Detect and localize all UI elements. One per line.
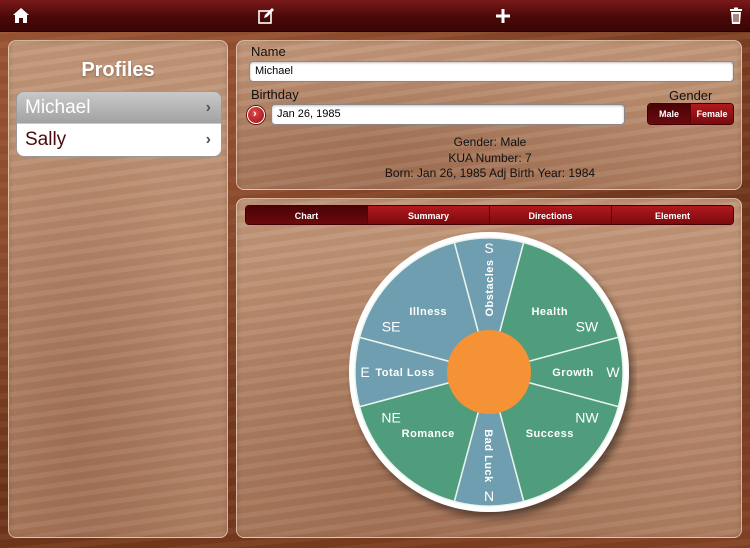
profiles-panel: Profiles Michael › Sally › bbox=[8, 40, 228, 538]
birthday-picker-button[interactable]: › bbox=[247, 106, 265, 124]
add-icon[interactable] bbox=[493, 6, 513, 26]
view-tabs: Chart Summary Directions Element bbox=[245, 205, 734, 225]
gender-option-female[interactable]: Female bbox=[691, 104, 733, 124]
tab-directions[interactable]: Directions bbox=[490, 206, 612, 224]
profile-item-sally[interactable]: Sally › bbox=[17, 124, 221, 156]
wheel-direction-se: SE bbox=[382, 318, 401, 334]
name-field[interactable]: Michael bbox=[249, 61, 734, 82]
edit-icon[interactable] bbox=[256, 6, 276, 26]
profile-item-label: Sally bbox=[25, 129, 67, 150]
bagua-wheel: S Obstacles SW Health W Growth NWSuccess N Bad L… bbox=[349, 232, 629, 512]
wheel-meaning-ne: Romance bbox=[402, 428, 455, 440]
wheel-meaning-w: Growth bbox=[552, 367, 594, 379]
wheel-direction-n: N bbox=[484, 488, 494, 504]
gender-label: Gender bbox=[669, 88, 713, 103]
name-label: Name bbox=[251, 44, 286, 59]
profiles-title: Profiles bbox=[81, 59, 155, 81]
chevron-right-icon: › bbox=[205, 99, 211, 116]
tab-chart[interactable]: Chart bbox=[246, 206, 368, 224]
wheel-meaning-sw: Health bbox=[531, 306, 568, 318]
profile-item-michael[interactable]: Michael › bbox=[17, 92, 221, 124]
home-icon[interactable] bbox=[11, 6, 31, 26]
birthday-label: Birthday bbox=[251, 87, 299, 102]
tab-summary[interactable]: Summary bbox=[368, 206, 490, 224]
profile-item-label: Michael bbox=[25, 97, 91, 118]
kua-number-info: KUA Number: 7 bbox=[448, 151, 532, 165]
wheel-meaning-se: Illness bbox=[409, 306, 447, 318]
tab-element[interactable]: Element bbox=[612, 206, 733, 224]
wheel-center bbox=[447, 330, 531, 414]
wheel-direction-e: E bbox=[360, 364, 369, 380]
gender-info: Gender: Male bbox=[453, 135, 527, 149]
wheel-meaning-e: Total Loss bbox=[375, 367, 434, 379]
wheel-direction-s: S bbox=[484, 240, 493, 256]
gender-segmented-control: Male Female bbox=[647, 103, 734, 125]
wheel-direction-sw: SW bbox=[576, 318, 599, 334]
wheel-meaning-nw: Success bbox=[526, 428, 574, 440]
chevron-right-icon: › bbox=[205, 131, 211, 148]
wheel-meaning-s: Obstacles bbox=[484, 259, 496, 316]
chevron-right-icon: › bbox=[253, 108, 257, 120]
gender-option-male[interactable]: Male bbox=[648, 104, 691, 124]
profile-form-panel: Name Michael Birthday › Jan 26, 1985 Gen… bbox=[236, 40, 742, 190]
chart-panel: Chart Summary Directions Element S Obstac… bbox=[236, 198, 742, 538]
profile-list: Michael › Sally › bbox=[16, 91, 222, 157]
birth-info: Born: Jan 26, 1985 Adj Birth Year: 1984 bbox=[384, 166, 596, 180]
wheel-direction-ne: NE bbox=[381, 410, 400, 426]
top-toolbar bbox=[0, 0, 750, 32]
wheel-direction-nw: NW bbox=[575, 410, 599, 426]
wheel-meaning-n: Bad Luck bbox=[482, 429, 494, 483]
trash-icon[interactable] bbox=[726, 6, 746, 26]
birthday-field[interactable]: Jan 26, 1985 bbox=[271, 104, 625, 125]
wheel-direction-w: W bbox=[606, 364, 620, 380]
